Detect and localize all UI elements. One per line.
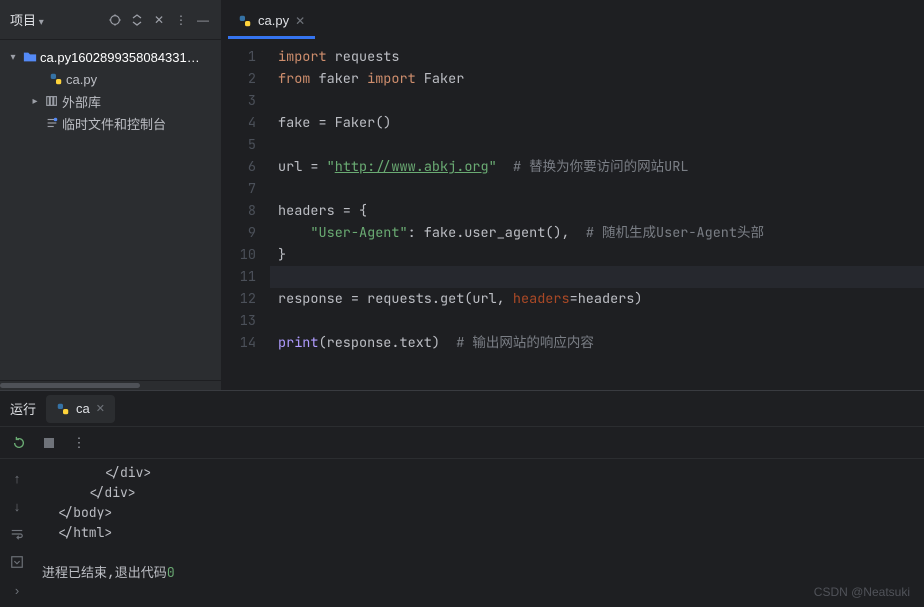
sidebar-title[interactable]: 项目 [10,10,44,29]
stop-icon[interactable] [40,434,58,452]
run-tab-label: ca [76,401,90,416]
collapse-all-icon[interactable]: ✕ [151,12,167,28]
chevron-right-icon: ▸ [28,96,42,107]
scrollbar-thumb[interactable] [0,383,140,388]
next-icon[interactable]: › [8,581,26,599]
python-file-icon [238,14,252,28]
folder-icon [22,50,38,64]
tree-scratches[interactable]: 临时文件和控制台 [0,112,221,134]
select-opened-file-icon[interactable] [107,12,123,28]
code-content[interactable]: import requestsfrom faker import Faker f… [270,40,924,390]
console-output[interactable]: </div> </div> </body> </html> 进程已结束,退出代码… [34,459,924,607]
run-tab[interactable]: ca ✕ [46,395,115,423]
run-body: ↑ ↓ › </div> </div> </body> </html> 进程已结… [0,459,924,607]
rerun-icon[interactable] [10,434,28,452]
more-icon[interactable]: ⋮ [70,434,88,452]
hide-icon[interactable]: — [195,12,211,28]
gutter: 1234567891011121314 [222,40,270,390]
scratches-icon [44,116,60,130]
python-file-icon [48,72,64,86]
close-icon[interactable]: ✕ [96,402,105,415]
close-icon[interactable]: ✕ [295,14,305,28]
chevron-down-icon: ▾ [6,52,20,63]
sidebar-h-scrollbar[interactable] [0,380,221,390]
expand-all-icon[interactable] [129,12,145,28]
tree-file-ca-py[interactable]: ca.py [0,68,221,90]
scratches-label: 临时文件和控制台 [62,114,166,133]
tree-project-root[interactable]: ▾ ca.py1602899358084331… [0,46,221,68]
project-tree[interactable]: ▾ ca.py1602899358084331… ca.py ▸ 外部库 [0,40,221,380]
editor-tabs: ca.py ✕ [222,0,924,40]
tab-ca-py[interactable]: ca.py ✕ [228,5,315,39]
external-libs-label: 外部库 [62,92,101,111]
project-name-label: ca.py1602899358084331… [40,50,200,65]
up-icon[interactable]: ↑ [8,469,26,487]
watermark: CSDN @Neatsuki [814,585,910,599]
library-icon [44,94,60,108]
soft-wrap-icon[interactable] [8,525,26,543]
run-toolbar: ⋮ [0,427,924,459]
top-area: 项目 ✕ ⋮ — ▾ ca.py1602899358084331… [0,0,924,390]
tab-label: ca.py [258,13,289,28]
sidebar: 项目 ✕ ⋮ — ▾ ca.py1602899358084331… [0,0,222,390]
tree-external-libs[interactable]: ▸ 外部库 [0,90,221,112]
file-name-label: ca.py [66,72,97,87]
python-file-icon [56,402,70,416]
run-left-toolbar: ↑ ↓ › [0,459,34,607]
sidebar-header: 项目 ✕ ⋮ — [0,0,221,40]
down-icon[interactable]: ↓ [8,497,26,515]
scroll-to-end-icon[interactable] [8,553,26,571]
run-title[interactable]: 运行 [10,399,36,418]
code-editor[interactable]: 1234567891011121314 import requestsfrom … [222,40,924,390]
editor-area: ca.py ✕ 1234567891011121314 import reque… [222,0,924,390]
more-icon[interactable]: ⋮ [173,12,189,28]
run-panel: 运行 ca ✕ ⋮ ↑ ↓ › </d [0,390,924,607]
run-header: 运行 ca ✕ [0,391,924,427]
